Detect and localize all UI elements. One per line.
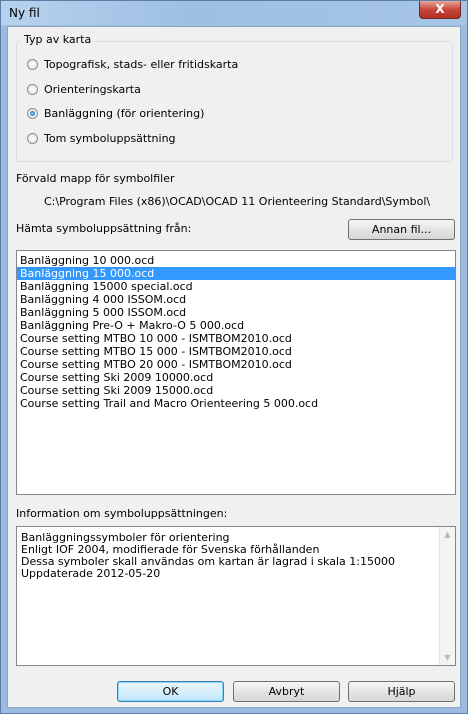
- radio-orienteering[interactable]: Orienteringskarta: [27, 83, 141, 96]
- title-bar[interactable]: Ny fil X: [1, 1, 467, 25]
- radio-label: Topografisk, stads- eller fritidskarta: [44, 58, 239, 71]
- default-folder-label: Förvald mapp för symbolfiler: [16, 172, 175, 185]
- list-item[interactable]: Course setting Trail and Macro Orienteer…: [17, 397, 455, 410]
- symbol-set-items: Banläggning 10 000.ocd Banläggning 15 000…: [17, 251, 455, 410]
- radio-label: Tom symboluppsättning: [44, 132, 176, 145]
- help-button[interactable]: Hjälp: [348, 681, 455, 702]
- window-title: Ny fil: [9, 6, 40, 20]
- cancel-button[interactable]: Avbryt: [233, 681, 340, 702]
- radio-course-setting[interactable]: Banläggning (för orientering): [27, 107, 204, 120]
- list-item[interactable]: Banläggning 15 000.ocd: [17, 267, 455, 280]
- dialog-client-area: Typ av karta Topografisk, stads- eller f…: [7, 26, 461, 708]
- radio-icon[interactable]: [27, 59, 38, 70]
- radio-icon[interactable]: [27, 84, 38, 95]
- list-item[interactable]: Course setting MTBO 10 000 - ISMTBOM2010…: [17, 332, 455, 345]
- other-file-button[interactable]: Annan fil...: [348, 219, 455, 240]
- radio-checked-icon[interactable]: [27, 108, 38, 119]
- map-type-legend: Typ av karta: [21, 33, 95, 46]
- scroll-down-icon[interactable]: ▼: [443, 653, 452, 662]
- list-item[interactable]: Course setting MTBO 20 000 - ISMTBOM2010…: [17, 358, 455, 371]
- info-scrollbar[interactable]: ▲ ▼: [439, 527, 455, 665]
- symbol-set-label: Hämta symboluppsättning från:: [16, 222, 192, 235]
- close-icon: X: [435, 2, 445, 16]
- close-button[interactable]: X: [419, 1, 461, 19]
- radio-icon[interactable]: [27, 133, 38, 144]
- radio-topographic[interactable]: Topografisk, stads- eller fritidskarta: [27, 58, 238, 71]
- info-line: Uppdaterade 2012-05-20: [21, 567, 161, 580]
- list-item[interactable]: Banläggning 10 000.ocd: [17, 254, 455, 267]
- info-textbox[interactable]: Banläggningssymboler för orientering Enl…: [16, 526, 456, 666]
- list-item[interactable]: Banläggning 15000 special.ocd: [17, 280, 455, 293]
- list-item[interactable]: Course setting Ski 2009 10000.ocd: [17, 371, 455, 384]
- dialog-window: Ny fil X Typ av karta Topografisk, stads…: [0, 0, 468, 714]
- list-item[interactable]: Banläggning 5 000 ISSOM.ocd: [17, 306, 455, 319]
- default-folder-path: C:\Program Files (x86)\OCAD\OCAD 11 Orie…: [44, 195, 431, 208]
- list-item[interactable]: Course setting MTBO 15 000 - ISMTBOM2010…: [17, 345, 455, 358]
- radio-label: Orienteringskarta: [44, 83, 141, 96]
- radio-empty-set[interactable]: Tom symboluppsättning: [27, 132, 176, 145]
- info-label: Information om symboluppsättningen:: [16, 507, 228, 520]
- map-type-group: Typ av karta Topografisk, stads- eller f…: [16, 33, 453, 162]
- scroll-up-icon[interactable]: ▲: [443, 530, 452, 539]
- list-item[interactable]: Course setting Ski 2009 15000.ocd: [17, 384, 455, 397]
- radio-label: Banläggning (för orientering): [44, 107, 205, 120]
- list-item[interactable]: Banläggning 4 000 ISSOM.ocd: [17, 293, 455, 306]
- symbol-set-list[interactable]: Banläggning 10 000.ocd Banläggning 15 000…: [16, 250, 456, 495]
- list-item[interactable]: Banläggning Pre-O + Makro-O 5 000.ocd: [17, 319, 455, 332]
- ok-button[interactable]: OK: [117, 681, 224, 702]
